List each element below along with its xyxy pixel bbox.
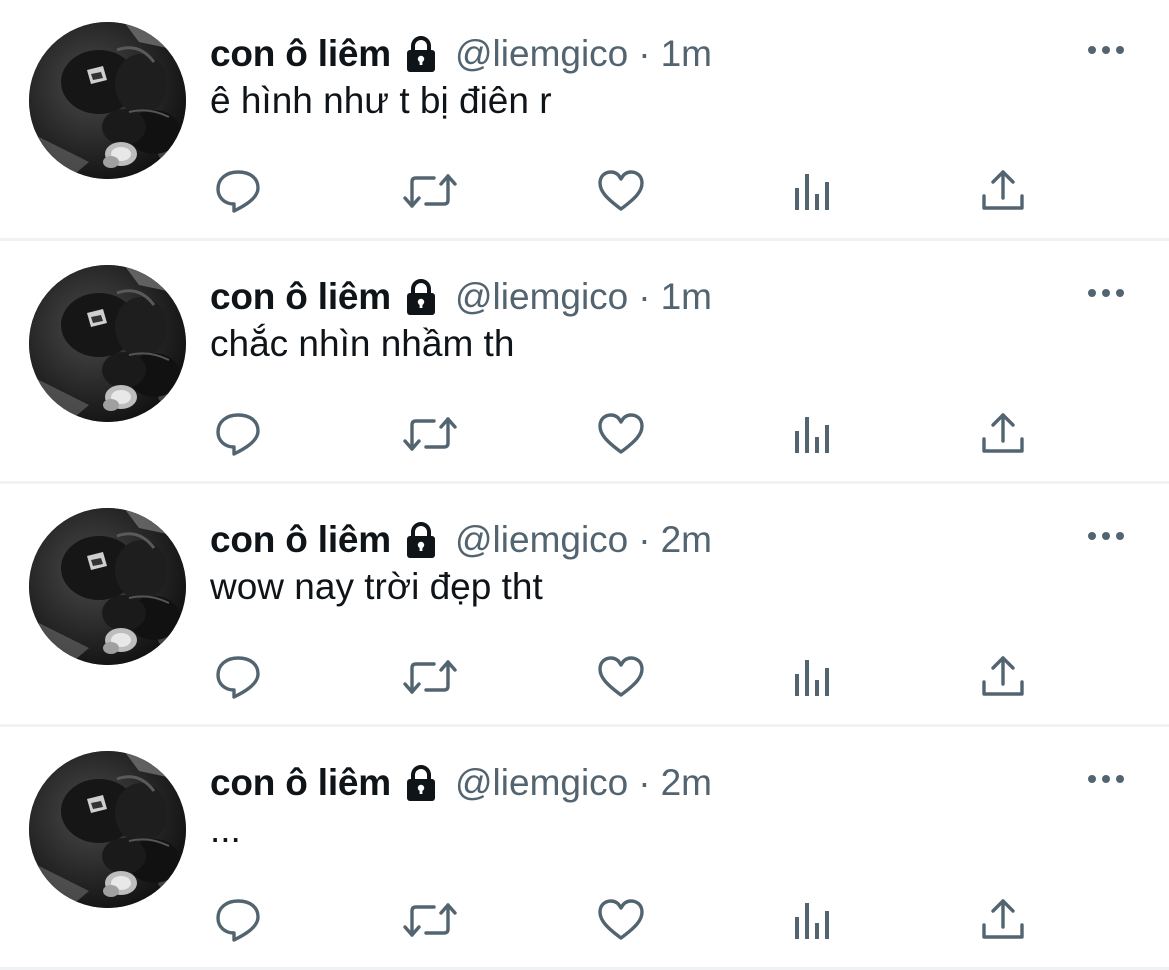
display-name[interactable]: con ô liêm xyxy=(210,519,391,561)
like-heart-icon[interactable] xyxy=(596,652,646,702)
lock-icon xyxy=(401,763,441,803)
tweet-text: ... xyxy=(210,809,241,850)
reply-icon[interactable] xyxy=(213,166,263,216)
reply-icon[interactable] xyxy=(213,895,263,945)
share-icon[interactable] xyxy=(978,652,1028,702)
tweet[interactable]: con ô liêm @liemgico · 2m ... xyxy=(0,729,1169,970)
like-heart-icon[interactable] xyxy=(596,166,646,216)
avatar-photo xyxy=(29,22,186,179)
more-horizontal-icon[interactable] xyxy=(1084,526,1128,546)
share-icon[interactable] xyxy=(978,895,1028,945)
display-name[interactable]: con ô liêm xyxy=(210,276,391,318)
analytics-icon[interactable] xyxy=(788,409,838,459)
reply-icon[interactable] xyxy=(213,409,263,459)
user-handle[interactable]: @liemgico xyxy=(455,33,628,75)
retweet-icon[interactable] xyxy=(402,652,458,702)
divider xyxy=(0,724,1169,727)
display-name[interactable]: con ô liêm xyxy=(210,33,391,75)
tweet-actions xyxy=(0,409,1169,459)
more-horizontal-icon[interactable] xyxy=(1084,283,1128,303)
tweet[interactable]: con ô liêm @liemgico · 1m ê hình như t b… xyxy=(0,0,1169,241)
analytics-icon[interactable] xyxy=(788,166,838,216)
timestamp[interactable]: 2m xyxy=(661,519,712,561)
retweet-icon[interactable] xyxy=(402,409,458,459)
lock-icon xyxy=(401,520,441,560)
avatar[interactable] xyxy=(29,508,186,665)
display-name[interactable]: con ô liêm xyxy=(210,762,391,804)
timestamp[interactable]: 1m xyxy=(661,276,712,318)
more-horizontal-icon[interactable] xyxy=(1084,769,1128,789)
tweet-header: con ô liêm @liemgico · 2m xyxy=(210,516,712,564)
retweet-icon[interactable] xyxy=(402,895,458,945)
divider xyxy=(0,238,1169,241)
like-heart-icon[interactable] xyxy=(596,409,646,459)
timestamp[interactable]: 2m xyxy=(661,762,712,804)
share-icon[interactable] xyxy=(978,409,1028,459)
tweet-actions xyxy=(0,166,1169,216)
reply-icon[interactable] xyxy=(213,652,263,702)
avatar[interactable] xyxy=(29,22,186,179)
avatar-photo xyxy=(29,265,186,422)
timestamp[interactable]: 1m xyxy=(661,33,712,75)
tweet-header: con ô liêm @liemgico · 1m xyxy=(210,273,712,321)
tweet[interactable]: con ô liêm @liemgico · 2m wow nay trời đ… xyxy=(0,486,1169,727)
share-icon[interactable] xyxy=(978,166,1028,216)
lock-icon xyxy=(401,277,441,317)
analytics-icon[interactable] xyxy=(788,895,838,945)
avatar[interactable] xyxy=(29,265,186,422)
separator-dot: · xyxy=(638,762,651,803)
tweet-actions xyxy=(0,895,1169,945)
user-handle[interactable]: @liemgico xyxy=(455,762,628,804)
lock-icon xyxy=(401,34,441,74)
tweet-header: con ô liêm @liemgico · 1m xyxy=(210,30,712,78)
retweet-icon[interactable] xyxy=(402,166,458,216)
separator-dot: · xyxy=(638,519,651,560)
user-handle[interactable]: @liemgico xyxy=(455,519,628,561)
user-handle[interactable]: @liemgico xyxy=(455,276,628,318)
tweet-header: con ô liêm @liemgico · 2m xyxy=(210,759,712,807)
tweet-actions xyxy=(0,652,1169,702)
analytics-icon[interactable] xyxy=(788,652,838,702)
tweet[interactable]: con ô liêm @liemgico · 1m chắc nhìn nhầm… xyxy=(0,243,1169,484)
avatar-photo xyxy=(29,508,186,665)
like-heart-icon[interactable] xyxy=(596,895,646,945)
avatar-photo xyxy=(29,751,186,908)
tweet-text: chắc nhìn nhầm th xyxy=(210,323,515,364)
separator-dot: · xyxy=(638,276,651,317)
avatar[interactable] xyxy=(29,751,186,908)
separator-dot: · xyxy=(638,33,651,74)
more-horizontal-icon[interactable] xyxy=(1084,40,1128,60)
divider xyxy=(0,481,1169,484)
tweet-text: ê hình như t bị điên r xyxy=(210,80,552,121)
tweet-text: wow nay trời đẹp tht xyxy=(210,566,543,607)
